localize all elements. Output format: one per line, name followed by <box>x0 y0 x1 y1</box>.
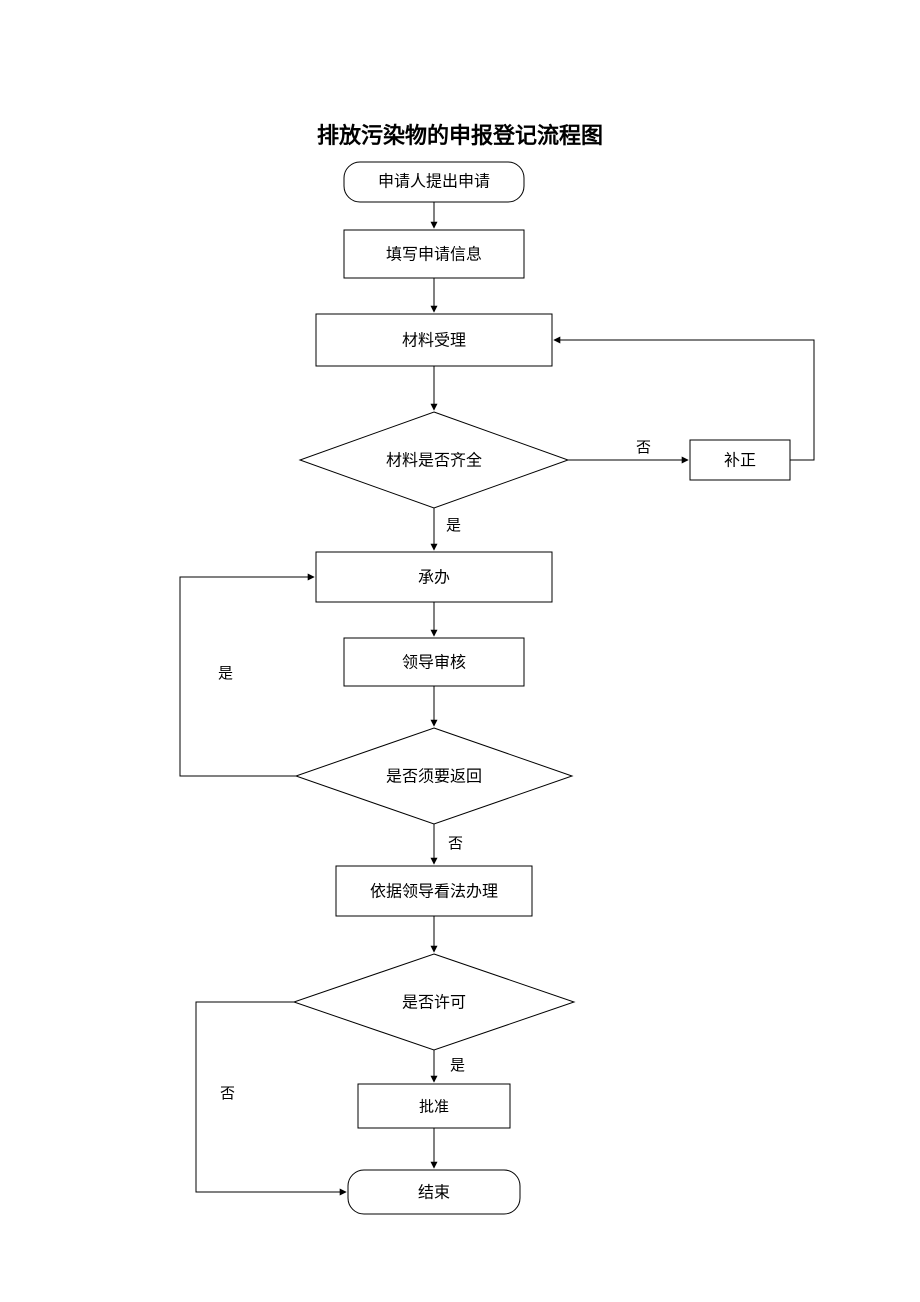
label-approve: 批准 <box>419 1098 449 1115</box>
label-process: 依据领导看法办理 <box>370 883 498 901</box>
flowchart-page: 排放污染物的申报登记流程图 <box>0 0 920 1302</box>
label-complete-q: 材料是否齐全 <box>386 452 482 470</box>
label-end: 结束 <box>418 1184 450 1202</box>
edge-permitq-no <box>196 1002 346 1192</box>
edge-correction-back <box>554 340 814 460</box>
edge-label-returnq-no: 否 <box>448 836 463 852</box>
edge-label-permitq-yes: 是 <box>450 1058 465 1074</box>
flowchart-svg: 申请人提出申请 填写申请信息 材料受理 材料是否齐全 补正 承办 领导审核 是否… <box>0 0 920 1302</box>
label-start: 申请人提出申请 <box>378 173 490 191</box>
edge-label-permitq-no: 否 <box>220 1086 235 1102</box>
edge-label-returnq-yes: 是 <box>218 666 233 682</box>
label-review: 领导审核 <box>402 654 466 672</box>
label-return-q: 是否须要返回 <box>386 768 482 786</box>
label-permit-q: 是否许可 <box>402 994 466 1012</box>
label-accept: 材料受理 <box>402 332 466 350</box>
label-handle: 承办 <box>418 569 450 587</box>
edge-label-completeq-yes: 是 <box>446 518 461 534</box>
label-fill-info: 填写申请信息 <box>386 246 482 264</box>
edge-returnq-yes <box>180 577 314 776</box>
edge-label-completeq-no: 否 <box>636 440 651 456</box>
label-correction: 补正 <box>724 452 756 470</box>
